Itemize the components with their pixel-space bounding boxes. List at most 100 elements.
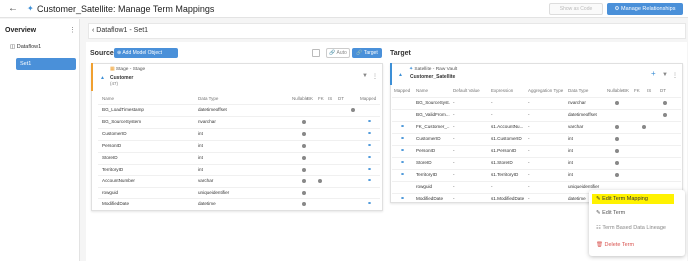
target-row-aggregation: - (528, 148, 530, 153)
source-row-type: varchar (198, 178, 214, 183)
source-row-divider (98, 128, 380, 129)
copy-icon[interactable] (312, 49, 320, 57)
link-icon[interactable]: ⚭ (367, 178, 372, 184)
target-row-expression: s1.AccountNu... (491, 124, 524, 129)
add-term-icon[interactable]: + (651, 70, 656, 78)
target-row-name: BG_SourceSyst... (416, 100, 450, 105)
target-header-default-value: Default Value (453, 88, 480, 93)
nullable-dot (615, 149, 619, 153)
dataflow-label: Dataflow1 (16, 44, 42, 50)
link-icon[interactable]: ⚭ (367, 143, 372, 149)
link-icon[interactable]: ⚭ (400, 148, 405, 154)
source-row-type: int (198, 131, 203, 136)
source-row-divider (98, 140, 380, 141)
target-header-is: IS (647, 88, 652, 93)
target-row-expression: s1.StoreID (491, 160, 513, 165)
target-button[interactable]: 🔗 Target (352, 48, 382, 58)
nullable-dot (615, 137, 619, 141)
target-row-expression: - (491, 112, 493, 117)
menu-edit-term-mapping[interactable]: ✎ Edit Term Mapping (596, 196, 648, 202)
source-row-divider (98, 187, 380, 188)
menu-term-lineage[interactable]: ☷ Term Based Data Lineage (596, 225, 666, 231)
filter-icon[interactable]: ▼ (362, 73, 368, 79)
target-row-name: CustomerID (416, 136, 441, 141)
menu-term-lineage-label: Term Based Data Lineage (602, 225, 666, 231)
link-icon[interactable]: ⚭ (367, 119, 372, 125)
source-header-bk: BK (307, 96, 314, 101)
target-row-type: int (568, 160, 573, 165)
chevron-left-icon[interactable]: ‹ (92, 27, 94, 34)
auto-button[interactable]: 🔗 Auto (326, 48, 350, 58)
target-row-default: - (453, 112, 455, 117)
satellite-small-icon: ✦ (409, 67, 414, 72)
target-header-bk: BK (623, 88, 630, 93)
nullable-dot (302, 179, 306, 183)
link-icon[interactable]: ⚭ (367, 155, 372, 161)
target-row-divider (392, 145, 681, 146)
target-stage: ✦ Satellite - Raw Vault (409, 67, 457, 72)
target-row-name: PersonID (416, 148, 436, 153)
bk-dot (318, 179, 322, 183)
target-row-default: - (453, 136, 455, 141)
arrow-left-icon[interactable]: ← (8, 3, 18, 15)
satellite-icon: ✦ (27, 4, 34, 13)
target-row-default: - (453, 100, 455, 105)
target-row-type: int (568, 136, 573, 141)
nullable-dot (302, 191, 306, 195)
link-icon[interactable]: ⚭ (400, 124, 405, 130)
source-row-name: ModifiedDate (102, 201, 130, 206)
link-icon[interactable]: ⚭ (400, 196, 405, 202)
source-card-menu-icon[interactable]: ⋮ (372, 73, 378, 80)
source-card-accent (91, 63, 93, 91)
nullable-dot (615, 173, 619, 177)
target-row-type: uniqueidentifier (568, 184, 600, 189)
show-as-code-button[interactable]: Show as Code (549, 3, 603, 15)
page-title: Customer_Satellite: Manage Term Mappings (37, 4, 215, 14)
menu-edit-term-label: Edit Term (602, 210, 626, 216)
manage-relationships-button[interactable]: ⚙ Manage Relationships (607, 3, 683, 15)
link-icon[interactable]: ⚭ (400, 172, 405, 178)
link-icon[interactable]: ⚭ (400, 160, 405, 166)
target-row-aggregation: - (528, 160, 530, 165)
dt-dot (351, 108, 355, 112)
collapse-icon[interactable]: ▲ (100, 75, 105, 81)
link-icon[interactable]: ⚭ (400, 136, 405, 142)
target-row-default: - (453, 172, 455, 177)
source-count: (47) (110, 81, 119, 86)
source-row-divider (98, 198, 380, 199)
tree-item-dataflow[interactable]: ◫ Dataflow1 (10, 44, 41, 50)
target-label: Target (363, 50, 378, 56)
add-model-object-button[interactable]: ⊕ Add Model Object (114, 48, 178, 58)
target-filter-icon[interactable]: ▼ (662, 72, 668, 78)
auto-label: Auto (336, 50, 347, 56)
source-row-type: nvarchar (198, 119, 216, 124)
source-header-is: IS (328, 96, 333, 101)
target-row-aggregation: - (528, 172, 530, 177)
target-card-menu-icon[interactable]: ⋮ (672, 72, 678, 79)
source-row-type: int (198, 167, 203, 172)
target-header-nullable: Nullable (607, 88, 624, 93)
target-collapse-icon[interactable]: ▲ (398, 72, 403, 78)
target-header-name: Name (416, 88, 429, 93)
overview-title: Overview (5, 27, 37, 34)
menu-edit-term[interactable]: ✎ Edit Term (596, 210, 625, 216)
overview-menu-icon[interactable]: ⋮ (69, 26, 76, 34)
target-row-expression: - (491, 100, 493, 105)
nullable-dot (302, 144, 306, 148)
link-icon[interactable]: ⚭ (367, 131, 372, 137)
breadcrumb-bar (88, 23, 686, 39)
target-header-mapped: Mapped (394, 88, 411, 93)
target-row-aggregation: - (528, 100, 530, 105)
breadcrumb[interactable]: ‹ Dataflow1 - Set1 (92, 27, 148, 34)
target-row-name: BG_ValidFrom... (416, 112, 450, 117)
target-row-aggregation: - (528, 112, 530, 117)
link-icon[interactable]: ⚭ (367, 167, 372, 173)
source-row-divider (98, 104, 380, 105)
target-row-expression: s1.CustomerID (491, 136, 522, 141)
link-icon[interactable]: ⚭ (367, 201, 372, 207)
tree-item-set1[interactable]: Set1 (16, 58, 76, 70)
target-object-name: Customer_Satellite (410, 74, 456, 80)
menu-delete-term[interactable]: 🗑 Delete Term (596, 242, 634, 248)
source-row-name: AccountNumber (102, 178, 135, 183)
trash-icon: 🗑 (596, 242, 603, 248)
